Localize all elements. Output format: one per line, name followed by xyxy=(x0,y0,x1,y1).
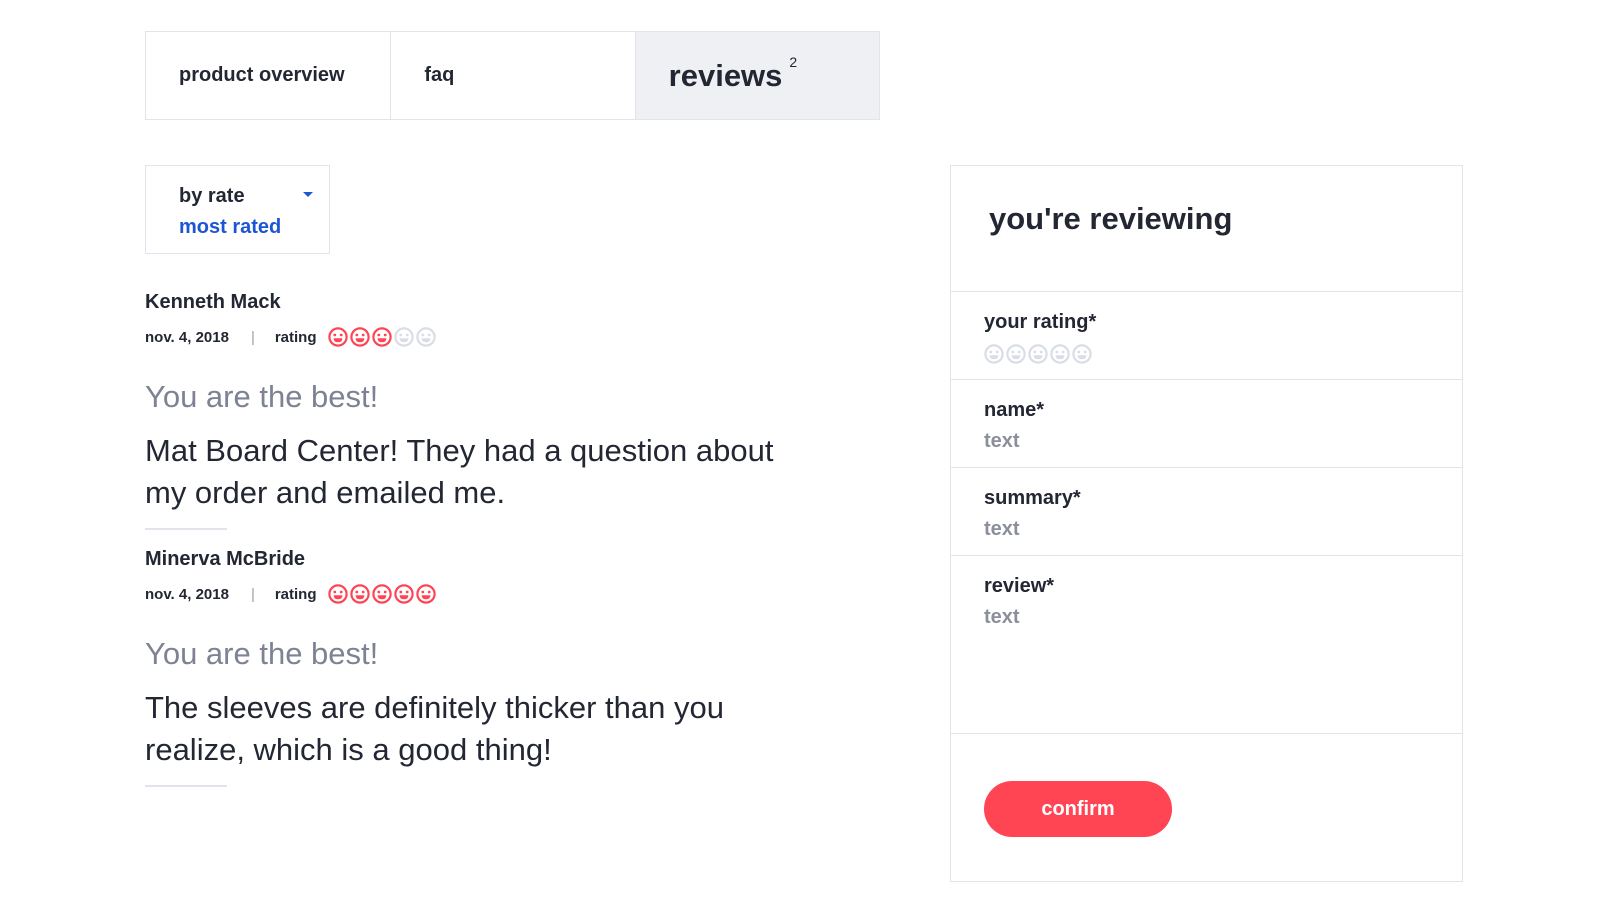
review-author: Kenneth Mack xyxy=(145,291,281,313)
review-divider xyxy=(145,785,227,787)
smiley-face-icon xyxy=(371,584,392,604)
smiley-face-icon[interactable] xyxy=(984,344,1004,364)
review-textarea[interactable]: text xyxy=(984,605,1462,629)
review-summary: You are the best! xyxy=(145,379,379,414)
rating-field: your rating* xyxy=(951,292,1462,380)
rating-field-label: your rating* xyxy=(984,311,1097,333)
smiley-face-icon xyxy=(393,327,414,347)
review-author: Minerva McBride xyxy=(145,548,306,570)
sort-dropdown[interactable]: by rate most rated xyxy=(145,165,330,254)
smiley-face-icon xyxy=(327,584,348,604)
sort-selected-value: most rated xyxy=(179,216,282,238)
review-summary: You are the best! xyxy=(145,636,379,671)
tab-product-overview[interactable]: product overview xyxy=(146,32,390,119)
smiley-face-icon[interactable] xyxy=(1050,344,1070,364)
tab-label: reviews xyxy=(668,57,783,93)
summary-field[interactable]: summary* text xyxy=(951,468,1462,556)
smiley-face-icon[interactable] xyxy=(1072,344,1092,364)
meta-separator: | xyxy=(250,585,255,603)
tab-faq[interactable]: faq xyxy=(390,32,634,119)
name-field[interactable]: name* text xyxy=(951,380,1462,468)
smiley-face-icon xyxy=(349,584,370,604)
meta-separator: | xyxy=(250,328,255,346)
summary-input[interactable]: text xyxy=(984,517,1462,541)
review-item: Minerva McBride nov. 4, 2018 | rating Yo… xyxy=(145,547,805,787)
smiley-face-icon xyxy=(349,327,370,347)
rating-label: rating xyxy=(274,328,317,346)
review-date: nov. 4, 2018 xyxy=(145,585,229,603)
rating-faces xyxy=(327,584,436,604)
review-field-label: review* xyxy=(984,575,1055,597)
form-title: you're reviewing xyxy=(989,201,1233,236)
reviews-count-badge: 2 xyxy=(789,53,798,70)
name-input[interactable]: text xyxy=(984,429,1462,453)
tab-label: faq xyxy=(424,64,455,86)
review-item: Kenneth Mack nov. 4, 2018 | rating You a… xyxy=(145,290,805,530)
review-meta: nov. 4, 2018 | rating xyxy=(145,582,805,606)
review-date: nov. 4, 2018 xyxy=(145,328,229,346)
smiley-face-icon xyxy=(415,584,436,604)
review-body: The sleeves are definitely thicker than … xyxy=(145,690,724,767)
review-field[interactable]: review* text xyxy=(951,556,1462,734)
name-field-label: name* xyxy=(984,399,1045,421)
smiley-face-icon xyxy=(415,327,436,347)
tab-reviews[interactable]: reviews 2 xyxy=(634,32,879,119)
tab-label: product overview xyxy=(179,64,345,86)
review-form: you're reviewing your rating* name* text… xyxy=(950,165,1463,882)
smiley-face-icon xyxy=(327,327,348,347)
product-tabs: product overview faq reviews 2 xyxy=(145,31,880,120)
confirm-button[interactable]: confirm xyxy=(984,781,1172,837)
review-divider xyxy=(145,528,227,530)
smiley-face-icon[interactable] xyxy=(1006,344,1026,364)
review-meta: nov. 4, 2018 | rating xyxy=(145,325,805,349)
form-header: you're reviewing xyxy=(951,166,1462,292)
review-body: Mat Board Center! They had a question ab… xyxy=(145,433,774,510)
rating-faces xyxy=(327,327,436,347)
rating-label: rating xyxy=(274,585,317,603)
rating-selector[interactable] xyxy=(984,344,1462,364)
form-footer: confirm xyxy=(951,734,1462,837)
smiley-face-icon xyxy=(393,584,414,604)
caret-down-icon xyxy=(303,192,313,197)
smiley-face-icon xyxy=(371,327,392,347)
summary-field-label: summary* xyxy=(984,487,1081,509)
smiley-face-icon[interactable] xyxy=(1028,344,1048,364)
reviews-page: product overview faq reviews 2 by rate m… xyxy=(0,0,1600,902)
